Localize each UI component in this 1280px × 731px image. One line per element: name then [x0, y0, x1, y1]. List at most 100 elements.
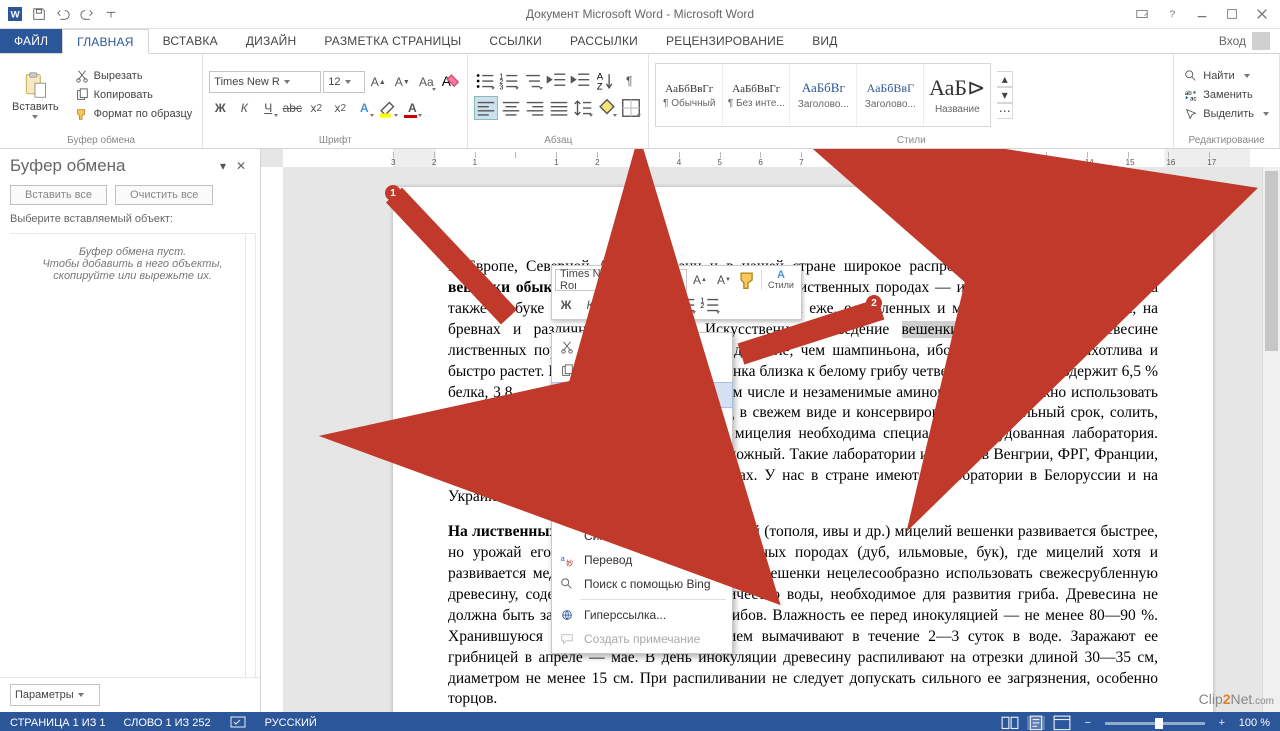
font-color-icon[interactable]: A: [401, 97, 423, 119]
mini-numbering-icon[interactable]: 12: [699, 294, 721, 316]
borders-icon[interactable]: [620, 97, 642, 119]
maximize-icon[interactable]: [1218, 3, 1246, 25]
close-icon[interactable]: [1248, 3, 1276, 25]
bold-icon[interactable]: Ж: [209, 97, 231, 119]
superscript-icon[interactable]: x2: [329, 97, 351, 119]
text-effects-icon[interactable]: A: [353, 97, 375, 119]
align-left-icon[interactable]: [474, 96, 498, 120]
horizontal-ruler[interactable]: 3211234567891011121314151617: [283, 149, 1280, 168]
style-title[interactable]: АаБ⊳Название: [924, 64, 990, 126]
numbering-icon[interactable]: 123: [498, 70, 520, 92]
mini-bold-icon[interactable]: Ж: [555, 294, 577, 316]
status-language[interactable]: РУССКИЙ: [265, 717, 317, 729]
bullets-icon[interactable]: [474, 70, 496, 92]
ctx-define[interactable]: Определить: [552, 500, 732, 524]
ctx-synonyms[interactable]: Синонимы: [552, 524, 732, 548]
style-normal[interactable]: АаБбВвГг¶ Обычный: [656, 64, 723, 126]
ctx-translate[interactable]: a妙Перевод: [552, 548, 732, 572]
select-button[interactable]: Выделить: [1180, 105, 1273, 123]
cut-button[interactable]: Вырезать: [71, 67, 197, 85]
help-icon[interactable]: ?: [1158, 3, 1186, 25]
zoom-level[interactable]: 100 %: [1239, 717, 1270, 729]
status-words[interactable]: СЛОВО 1 ИЗ 252: [124, 717, 211, 729]
clear-all-button[interactable]: Очистить все: [115, 185, 213, 205]
mini-highlight-icon[interactable]: [627, 294, 649, 316]
mini-grow-font-icon[interactable]: A▲: [689, 269, 711, 291]
zoom-slider[interactable]: [1105, 722, 1205, 725]
account-login[interactable]: Вход: [1209, 29, 1280, 53]
format-painter-button[interactable]: Формат по образцу: [71, 105, 197, 123]
strikethrough-icon[interactable]: abc: [281, 97, 303, 119]
sort-icon[interactable]: AZ: [594, 70, 616, 92]
view-web-icon[interactable]: [1053, 716, 1071, 730]
ctx-paste-options-header[interactable]: Параметры вставки:: [552, 383, 732, 407]
copy-button[interactable]: Копировать: [71, 86, 197, 104]
tab-review[interactable]: РЕЦЕНЗИРОВАНИЕ: [652, 29, 798, 53]
font-size-combo[interactable]: 12: [323, 71, 365, 93]
undo-icon[interactable]: [52, 3, 74, 25]
mini-italic-icon[interactable]: К: [579, 294, 601, 316]
font-name-combo[interactable]: Times New R: [209, 71, 321, 93]
ctx-font[interactable]: AШрифт...: [552, 452, 732, 476]
vertical-scrollbar[interactable]: [1262, 167, 1280, 712]
save-icon[interactable]: [28, 3, 50, 25]
increase-indent-icon[interactable]: [570, 70, 592, 92]
mini-format-painter-icon[interactable]: [737, 269, 759, 291]
zoom-out-icon[interactable]: −: [1079, 716, 1097, 730]
find-button[interactable]: Найти: [1180, 67, 1273, 85]
tab-insert[interactable]: ВСТАВКА: [149, 29, 232, 53]
tab-references[interactable]: ССЫЛКИ: [475, 29, 556, 53]
mini-shrink-font-icon[interactable]: A▼: [713, 269, 735, 291]
ctx-new-comment[interactable]: Создать примечание: [552, 627, 732, 651]
ctx-paragraph[interactable]: Абзац...: [552, 476, 732, 500]
redo-icon[interactable]: [76, 3, 98, 25]
decrease-indent-icon[interactable]: [546, 70, 568, 92]
grow-font-icon[interactable]: A▲: [367, 71, 389, 93]
styles-gallery[interactable]: АаБбВвГг¶ Обычный АаБбВвГг¶ Без инте... …: [655, 63, 991, 127]
zoom-in-icon[interactable]: +: [1213, 716, 1231, 730]
mini-bullets-icon[interactable]: [675, 294, 697, 316]
styles-more[interactable]: ▴▾⋯: [997, 71, 1013, 119]
change-case-icon[interactable]: Aa: [415, 71, 437, 93]
view-print-icon[interactable]: [1027, 716, 1045, 730]
tab-home[interactable]: ГЛАВНАЯ: [62, 29, 148, 54]
ribbon-display-icon[interactable]: [1128, 3, 1156, 25]
multilevel-icon[interactable]: [522, 70, 544, 92]
paste-button[interactable]: Вставить: [6, 56, 65, 134]
style-heading2[interactable]: АаБбВвГЗаголово...: [857, 64, 924, 126]
shrink-font-icon[interactable]: A▼: [391, 71, 413, 93]
paste-all-button[interactable]: Вставить все: [10, 185, 107, 205]
line-spacing-icon[interactable]: [572, 97, 594, 119]
status-page[interactable]: СТРАНИЦА 1 ИЗ 1: [10, 717, 106, 729]
mini-underline-icon[interactable]: Ч: [603, 294, 625, 316]
ctx-hyperlink[interactable]: Гиперссылка...: [552, 603, 732, 627]
style-heading1[interactable]: АаБбВгЗаголово...: [790, 64, 857, 126]
subscript-icon[interactable]: x2: [305, 97, 327, 119]
pane-dropdown-icon[interactable]: ▾: [216, 155, 230, 177]
justify-icon[interactable]: [548, 97, 570, 119]
tab-view[interactable]: ВИД: [798, 29, 851, 53]
ctx-paste-keep-source[interactable]: [580, 409, 612, 445]
document-text[interactable]: В Европе, Северной Америке, Азии и в наш…: [393, 187, 1213, 712]
tab-file[interactable]: ФАЙЛ: [0, 29, 62, 53]
pane-close-icon[interactable]: ✕: [236, 159, 250, 173]
highlight-icon[interactable]: [377, 97, 399, 119]
style-nospacing[interactable]: АаБбВвГг¶ Без инте...: [723, 64, 790, 126]
word-app-icon[interactable]: W: [4, 3, 26, 25]
show-marks-icon[interactable]: ¶: [618, 70, 640, 92]
spellcheck-icon[interactable]: [229, 716, 247, 730]
qat-customize-icon[interactable]: [100, 3, 122, 25]
tab-mailings[interactable]: РАССЫЛКИ: [556, 29, 652, 53]
pane-options-button[interactable]: Параметры: [10, 684, 100, 706]
mini-font-combo[interactable]: Times New Roı: [555, 269, 647, 291]
underline-icon[interactable]: Ч: [257, 97, 279, 119]
document-page[interactable]: В Европе, Северной Америке, Азии и в наш…: [393, 187, 1213, 712]
ctx-copy[interactable]: Копировать: [552, 359, 732, 383]
ctx-cut[interactable]: Вырезать: [552, 335, 732, 359]
view-read-icon[interactable]: [1001, 716, 1019, 730]
clear-formatting-icon[interactable]: A: [439, 71, 461, 93]
align-center-icon[interactable]: [500, 97, 522, 119]
ctx-search-bing[interactable]: Поиск с помощью Bing: [552, 572, 732, 596]
tab-layout[interactable]: РАЗМЕТКА СТРАНИЦЫ: [310, 29, 475, 53]
italic-icon[interactable]: К: [233, 97, 255, 119]
